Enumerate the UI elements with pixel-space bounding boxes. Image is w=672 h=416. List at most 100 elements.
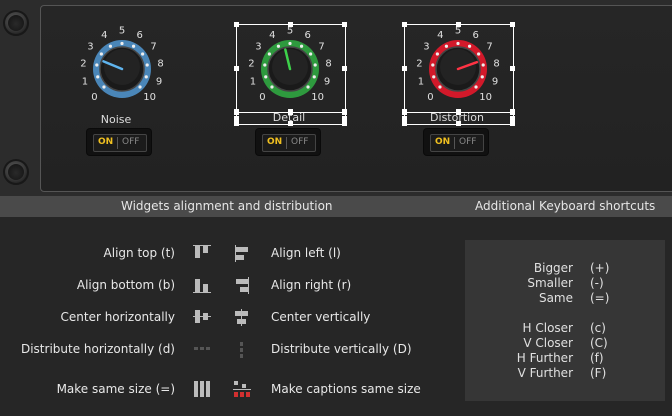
keyboard-shortcuts-panel: Bigger (+) Smaller (-) Same (=) H Closer… — [465, 240, 665, 401]
smaller-label: Smaller — [527, 276, 573, 290]
resize-handle[interactable] — [234, 22, 239, 27]
knob-tick-label: 8 — [157, 58, 163, 69]
knob-tick-dot — [120, 41, 124, 46]
resize-handle[interactable] — [402, 22, 407, 27]
resize-handle[interactable] — [342, 65, 347, 71]
resize-handle[interactable] — [402, 110, 407, 115]
smaller-key: (-) — [590, 276, 604, 290]
knob-tick-dot — [131, 44, 136, 48]
knob-tick-dot — [99, 52, 103, 56]
h-further-key: (f) — [590, 351, 604, 365]
v-further-label: V Further — [517, 366, 573, 380]
v-further-key: (F) — [590, 366, 607, 380]
distribute-vertically-label: Distribute vertically (D) — [271, 342, 412, 356]
knob-tick-label: 3 — [87, 42, 93, 53]
distortion-switch[interactable]: ON OFF — [424, 129, 488, 155]
resize-handle[interactable] — [510, 115, 515, 121]
bigger-label: Bigger — [533, 261, 573, 275]
resize-handle[interactable] — [342, 22, 347, 27]
screw-top — [3, 10, 29, 36]
resize-handle[interactable] — [342, 121, 347, 126]
screw-bottom — [3, 159, 29, 185]
resize-handle[interactable] — [288, 121, 293, 126]
same-label: Same — [538, 291, 573, 305]
resize-handle[interactable] — [234, 110, 239, 115]
resize-handle[interactable] — [234, 115, 239, 121]
resize-handle[interactable] — [510, 110, 515, 115]
knob-tick-label: 0 — [91, 92, 97, 103]
h-closer-label: H Closer — [522, 321, 573, 335]
resize-handle[interactable] — [510, 22, 515, 27]
align-bottom-button[interactable] — [192, 276, 212, 294]
knob-tick-label: 1 — [82, 77, 88, 88]
resize-handle[interactable] — [342, 115, 347, 121]
same-key: (=) — [590, 291, 610, 305]
center-horizontally-label: Center horizontally — [60, 310, 176, 324]
resize-handle[interactable] — [402, 65, 407, 71]
noise-knob[interactable]: 01 234 5 678 910 — [72, 20, 172, 120]
knob-tick-label: 7 — [150, 42, 156, 53]
align-left-label: Align left (l) — [271, 246, 341, 260]
switch-off-label: OFF — [291, 137, 309, 147]
center-vertically-button[interactable] — [232, 308, 252, 326]
knob-tick-label: 5 — [119, 26, 125, 37]
align-right-button[interactable] — [232, 276, 252, 294]
resize-handle[interactable] — [402, 121, 407, 126]
resize-handle[interactable] — [456, 22, 461, 27]
knob-face — [104, 49, 140, 85]
v-closer-key: (C) — [590, 336, 608, 350]
resize-handle[interactable] — [510, 121, 515, 126]
resize-handle[interactable] — [288, 110, 293, 115]
knob-tick-label: 4 — [101, 30, 107, 41]
bigger-key: (+) — [590, 261, 610, 275]
knob-tick-dot — [95, 63, 99, 67]
resize-handle[interactable] — [456, 121, 461, 126]
switch-off-label: OFF — [459, 137, 477, 147]
center-vertically-label: Center vertically — [271, 310, 371, 324]
switch-on-label: ON — [435, 137, 451, 147]
resize-handle[interactable] — [510, 65, 515, 71]
knob-tick-label: 6 — [137, 30, 143, 41]
noise-switch[interactable]: ON OFF — [87, 129, 151, 155]
make-same-size-button[interactable] — [192, 380, 212, 398]
align-top-button[interactable] — [192, 244, 212, 262]
resize-handle[interactable] — [456, 110, 461, 115]
detail-switch[interactable]: ON OFF — [256, 129, 320, 155]
h-closer-key: (c) — [590, 321, 606, 335]
distortion-selection-box — [404, 24, 514, 113]
switch-on-label: ON — [98, 137, 114, 147]
resize-handle[interactable] — [342, 110, 347, 115]
switch-off-label: OFF — [122, 137, 140, 147]
center-horizontally-button[interactable] — [192, 308, 212, 326]
distribute-vertically-button[interactable] — [232, 340, 252, 358]
module-rack: 0 1 2 3 4 5 6 7 8 9 10 Noise ON OFF 0 1 2 3 4 5 6 7 8 9 10 De… — [0, 0, 672, 196]
make-same-size-label: Make same size (=) — [56, 382, 175, 396]
align-top-label: Align top (t) — [103, 246, 175, 260]
detail-selection-box — [236, 24, 346, 113]
h-further-label: H Further — [516, 351, 573, 365]
make-captions-same-size-label: Make captions same size — [271, 382, 421, 396]
resize-handle[interactable] — [402, 115, 407, 121]
distribute-horizontally-button[interactable] — [192, 340, 212, 358]
resize-handle[interactable] — [234, 121, 239, 126]
knob-tick-label: 9 — [156, 77, 162, 88]
knob-tick-label: 2 — [80, 58, 86, 69]
knob-tick-dot — [141, 52, 145, 56]
distribute-horizontally-label: Distribute horizontally (d) — [20, 342, 175, 356]
make-captions-same-size-button[interactable] — [232, 380, 252, 398]
align-right-label: Align right (r) — [271, 278, 352, 292]
knob-tick-dot — [138, 85, 142, 89]
align-left-button[interactable] — [232, 244, 252, 262]
switch-on-label: ON — [267, 137, 283, 147]
alignment-section-title: Widgets alignment and distribution — [121, 199, 333, 213]
section-header-bar: Widgets alignment and distribution Addit… — [0, 196, 672, 217]
noise-caption: Noise — [100, 113, 132, 126]
knob-tick-dot — [144, 75, 148, 79]
resize-handle[interactable] — [234, 65, 239, 71]
resize-handle[interactable] — [288, 22, 293, 27]
align-bottom-label: Align bottom (b) — [76, 278, 175, 292]
knob-tick-label: 10 — [143, 92, 156, 103]
knob-tick-dot — [145, 63, 149, 67]
knob-tick-dot — [96, 75, 100, 79]
v-closer-label: V Closer — [523, 336, 573, 350]
